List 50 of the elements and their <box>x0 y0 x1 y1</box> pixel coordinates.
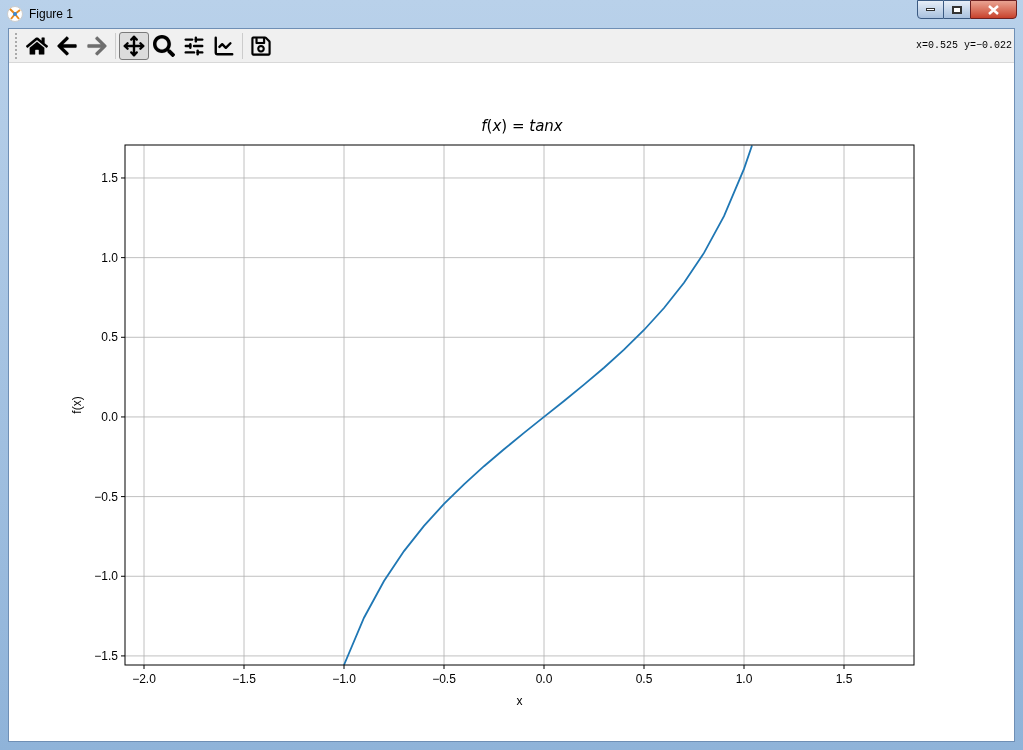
y-tick-label: 0.0 <box>101 409 118 424</box>
tick-mark <box>120 496 126 498</box>
y-tick-label: −0.5 <box>94 489 118 504</box>
line-chart-icon <box>213 34 235 57</box>
tick-mark <box>343 664 345 670</box>
search-icon <box>153 34 175 57</box>
x-tick-label: −1.5 <box>232 672 256 686</box>
tick-mark <box>443 664 445 670</box>
y-axis-label: f(x) <box>70 396 84 414</box>
x-tick-label: 1.0 <box>735 672 753 686</box>
x-tick-label: −1.0 <box>332 672 356 686</box>
chart-title: f(x) = tanx <box>481 119 563 134</box>
x-tick-label: −0.5 <box>432 672 456 686</box>
tick-mark <box>243 664 245 670</box>
y-tick-label: 1.0 <box>101 250 118 265</box>
tick-mark <box>120 575 126 577</box>
four-way-arrow-icon <box>123 34 145 57</box>
cursor-coordinates: x=0.525 y=−0.022 <box>916 39 1012 53</box>
x-tick-label: 1.5 <box>835 672 853 686</box>
window-title: Figure 1 <box>29 6 74 23</box>
tick-mark <box>843 664 845 670</box>
close-icon <box>988 4 999 15</box>
back-arrow-icon <box>56 34 78 57</box>
tick-mark <box>643 664 645 670</box>
maximize-button[interactable] <box>944 0 970 19</box>
home-icon <box>26 34 48 57</box>
tick-mark <box>120 336 126 338</box>
x-axis-label: x <box>516 694 523 708</box>
y-tick-label: 0.5 <box>101 330 118 345</box>
tick-mark <box>120 655 126 657</box>
tick-mark <box>120 257 126 259</box>
y-tick-label: 1.5 <box>101 171 118 185</box>
minimize-icon <box>926 8 935 11</box>
y-tick-label: −1.5 <box>94 648 118 663</box>
tick-mark <box>743 664 745 670</box>
x-tick-label: −2.0 <box>132 672 156 686</box>
sliders-icon <box>183 34 205 57</box>
tick-mark <box>143 664 145 670</box>
tick-mark <box>120 177 126 179</box>
forward-arrow-icon <box>86 34 108 57</box>
close-button[interactable] <box>970 0 1017 19</box>
maximize-icon <box>952 5 962 14</box>
tick-mark <box>120 416 126 418</box>
y-tick-label: −1.0 <box>94 569 118 584</box>
toolbar-button[interactable] <box>119 31 149 60</box>
app-logo-icon <box>7 6 23 22</box>
x-tick-label: 0.5 <box>635 672 653 686</box>
x-tick-label: 0.0 <box>535 672 553 686</box>
minimize-button[interactable] <box>917 0 944 19</box>
tick-mark <box>543 664 545 670</box>
